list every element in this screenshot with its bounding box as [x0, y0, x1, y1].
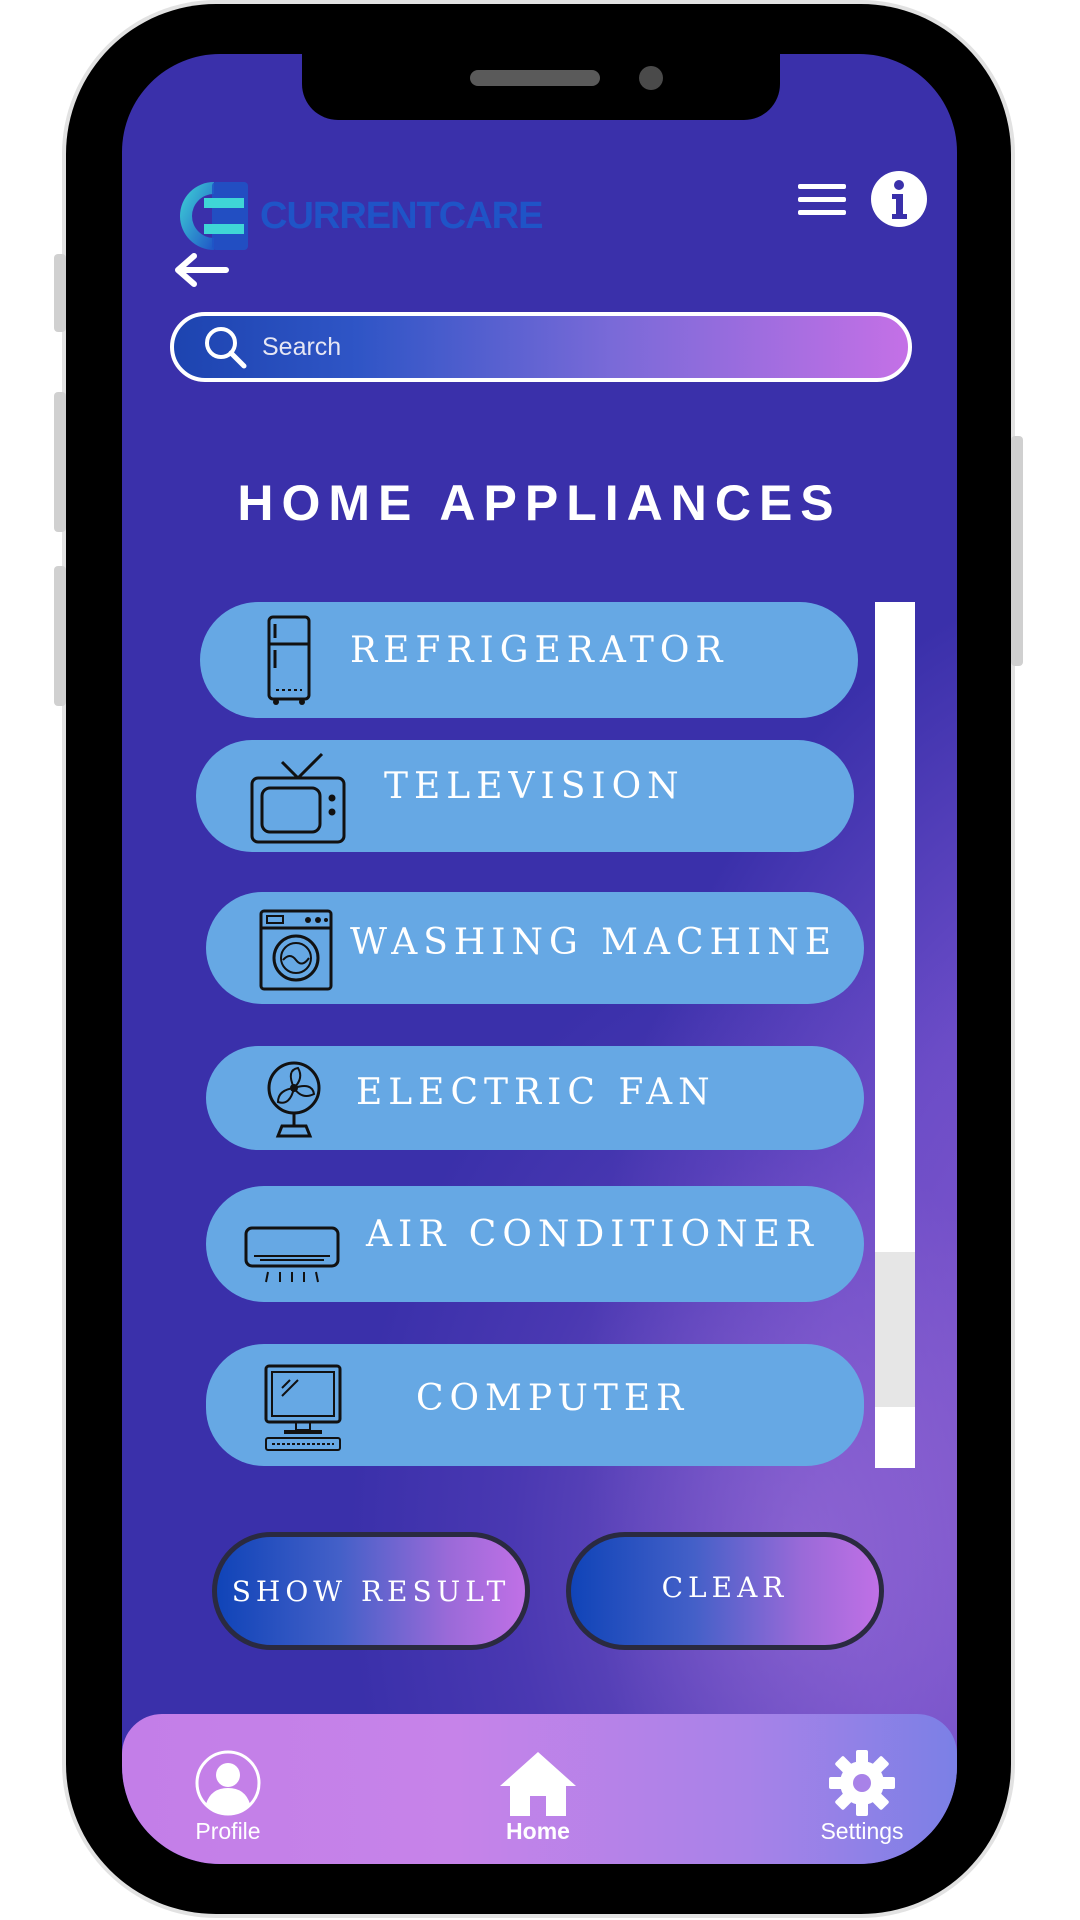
show-result-button[interactable]: SHOW RESULT	[212, 1532, 530, 1650]
mute-switch	[54, 254, 66, 332]
app-logo: CURRENTCARE	[174, 176, 543, 256]
search-icon	[205, 327, 247, 369]
air-conditioner-icon	[244, 1226, 340, 1283]
hamburger-menu-icon[interactable]	[796, 178, 848, 222]
appliance-item-washing-machine[interactable]: WASHING MACHINE	[206, 892, 864, 1004]
clear-label: CLEAR	[661, 1570, 789, 1604]
clear-button[interactable]: CLEAR	[566, 1532, 884, 1650]
list-scrollbar[interactable]	[875, 602, 915, 1468]
front-camera	[639, 66, 663, 90]
appliance-label-washing-machine: WASHING MACHINE	[350, 922, 837, 963]
volume-up-button	[54, 392, 66, 532]
television-icon	[250, 752, 346, 844]
appliance-label-television: TELEVISION	[384, 766, 685, 807]
profile-icon	[195, 1750, 261, 1816]
scrollbar-thumb[interactable]	[875, 1252, 915, 1407]
search-input[interactable]	[260, 331, 824, 363]
back-arrow-icon[interactable]	[170, 250, 230, 290]
notch	[302, 54, 780, 120]
appliance-item-refrigerator[interactable]: REFRIGERATOR	[200, 602, 858, 718]
home-icon	[500, 1752, 576, 1816]
appliance-item-television[interactable]: TELEVISION	[196, 740, 854, 852]
bottom-nav-bar: Profile Home Settings	[122, 1714, 957, 1864]
page-title: HOME APPLIANCES	[237, 475, 842, 531]
appliance-item-electric-fan[interactable]: ELECTRIC FAN	[206, 1046, 864, 1150]
nav-label-profile: Profile	[195, 1818, 261, 1844]
computer-icon	[264, 1364, 342, 1451]
appliance-label-computer: COMPUTER	[416, 1378, 690, 1419]
washing-machine-icon	[259, 909, 333, 991]
search-bar[interactable]	[170, 312, 912, 382]
nav-label-settings: Settings	[820, 1818, 904, 1844]
nav-item-profile[interactable]: Profile	[148, 1714, 308, 1864]
volume-down-button	[54, 566, 66, 706]
power-button	[1011, 436, 1023, 666]
speaker-grille	[470, 70, 600, 86]
nav-item-home[interactable]: Home	[458, 1714, 618, 1864]
appliance-label-refrigerator: REFRIGERATOR	[350, 630, 729, 671]
gear-icon	[829, 1750, 895, 1816]
nav-label-home: Home	[506, 1818, 570, 1844]
show-result-label: SHOW RESULT	[231, 1574, 511, 1608]
nav-item-settings[interactable]: Settings	[782, 1714, 942, 1864]
logo-text: CURRENTCARE	[260, 194, 543, 237]
refrigerator-icon	[267, 615, 311, 705]
appliance-label-electric-fan: ELECTRIC FAN	[356, 1072, 716, 1113]
plug-logo-icon	[179, 182, 248, 250]
info-icon[interactable]	[870, 170, 928, 228]
app-screen: CURRENTCARE HOME APPLIANCES REFRIGER	[122, 54, 957, 1864]
appliance-item-computer[interactable]: COMPUTER	[206, 1344, 864, 1466]
appliance-item-air-conditioner[interactable]: AIR CONDITIONER	[206, 1186, 864, 1302]
electric-fan-icon	[267, 1061, 321, 1138]
appliance-label-air-conditioner: AIR CONDITIONER	[366, 1214, 820, 1255]
